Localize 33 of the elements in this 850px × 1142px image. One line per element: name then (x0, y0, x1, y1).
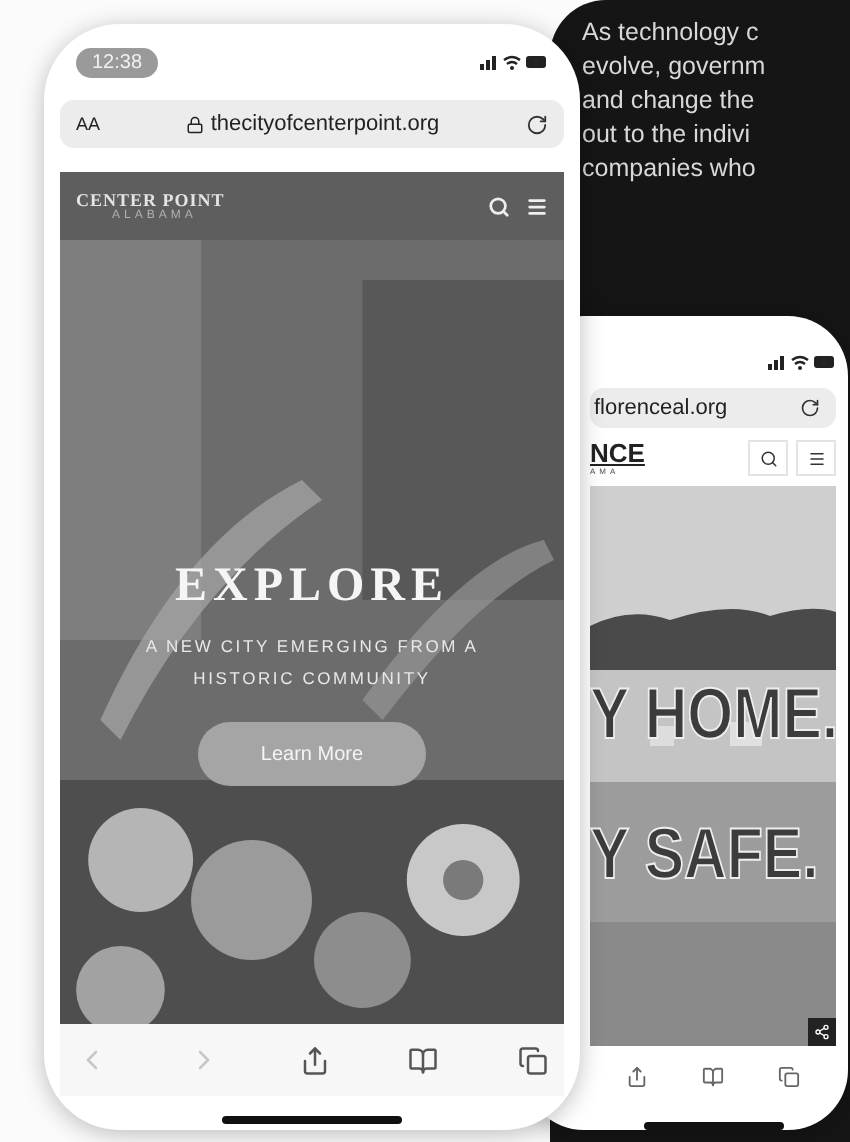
site-logo-text: CENTER POINT (76, 190, 225, 210)
bookmarks-icon[interactable] (701, 1065, 724, 1087)
search-button[interactable] (748, 440, 788, 476)
menu-icon (807, 449, 825, 467)
menu-button[interactable] (796, 440, 836, 476)
site-logo-text: NCE (590, 440, 645, 466)
hero-headline: Y HOME. (590, 678, 836, 750)
hero-subtitle: A NEW CITY EMERGING FROM A HISTORIC COMMUNITY (143, 634, 481, 692)
share-button[interactable] (808, 1018, 836, 1046)
url-text[interactable]: thecityofcenterpoint.org (186, 112, 440, 136)
intro-text-line: As technology c (582, 16, 761, 50)
reload-icon[interactable] (526, 113, 548, 135)
reload-icon[interactable] (800, 398, 820, 418)
intro-text-line: companies who (582, 152, 758, 186)
search-icon (759, 449, 777, 467)
share-icon[interactable] (299, 1045, 329, 1075)
intro-text-line: and change the (582, 84, 757, 118)
menu-icon[interactable] (526, 195, 548, 217)
signal-icon (768, 354, 836, 370)
share-icon[interactable] (625, 1065, 648, 1087)
home-indicator (643, 1122, 783, 1130)
status-time: 12:38 (76, 47, 159, 77)
search-icon[interactable] (488, 195, 510, 217)
signal-icon (480, 54, 548, 70)
bookmarks-icon[interactable] (408, 1045, 439, 1075)
tabs-icon[interactable] (518, 1045, 548, 1075)
hero-title: EXPLORE (174, 560, 449, 614)
text-size-button[interactable]: AA (76, 114, 101, 134)
intro-text-line: out to the indivi (582, 118, 753, 152)
intro-text-line: evolve, governm (582, 50, 768, 84)
tabs-icon[interactable] (778, 1065, 801, 1087)
lock-icon (186, 115, 205, 133)
share-icon (814, 1024, 830, 1040)
